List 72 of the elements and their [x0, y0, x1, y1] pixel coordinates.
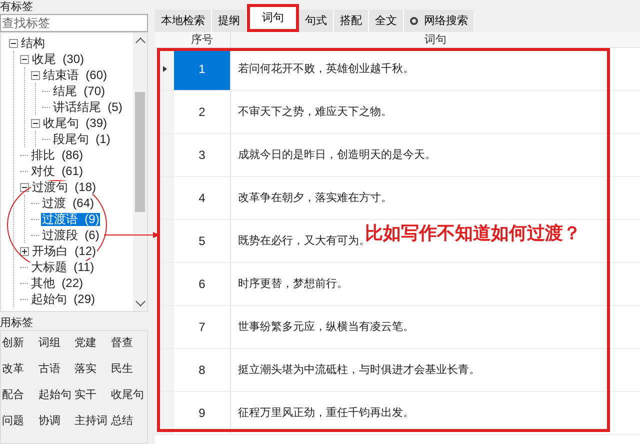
annotation-arrow: [104, 231, 160, 239]
tag-link[interactable]: 实干: [74, 388, 111, 402]
tag-link[interactable]: 主持词: [74, 414, 111, 428]
tag-link[interactable]: 督查: [110, 336, 147, 350]
tree-item[interactable]: 其他 (22): [30, 276, 84, 290]
tab[interactable]: 全文: [369, 10, 404, 32]
tree-item[interactable]: 过渡语 (9): [41, 212, 100, 226]
tag-link[interactable]: 收尾句: [110, 388, 147, 402]
scrollbar[interactable]: [133, 33, 147, 311]
row-number[interactable]: 7: [174, 306, 231, 348]
globe-icon: [410, 17, 418, 25]
tag-link[interactable]: 落实: [74, 362, 111, 376]
tag-link[interactable]: 协调: [38, 414, 74, 428]
tree-item[interactable]: 过渡 (64): [41, 196, 96, 210]
tree-item[interactable]: 讲话结尾 (5): [52, 100, 124, 114]
table-cell-text: 不审天下之势，难应天下之物。: [238, 104, 392, 120]
tree-item[interactable]: 大标题 (11): [30, 260, 96, 274]
table-cell-text: 征程万里风正劲，重任千钧再出发。: [238, 406, 414, 421]
collapse-icon[interactable]: [9, 38, 18, 48]
tag-link[interactable]: 创新: [2, 336, 38, 350]
tab[interactable]: 本地检索: [155, 10, 212, 32]
table-cell-text: 世事纷繁多元应，纵横当有凌云笔。: [238, 320, 414, 335]
tag-link[interactable]: 配合: [2, 388, 38, 402]
table-cell-text: 若问何花开不败，英雄创业越千秋。: [238, 62, 414, 77]
tag-link[interactable]: 总结: [110, 414, 147, 428]
panel-title: 有标签: [0, 0, 34, 14]
tree-item[interactable]: 过渡句 (18): [31, 180, 98, 194]
tag-link[interactable]: 问题: [2, 414, 38, 428]
tag-link[interactable]: 古语: [38, 362, 74, 376]
tab[interactable]: 提纲: [212, 10, 247, 32]
row-number[interactable]: 9: [174, 392, 231, 434]
row-number[interactable]: 6: [174, 263, 231, 305]
tab[interactable]: 搭配: [334, 10, 369, 32]
column-header[interactable]: 序号: [174, 32, 231, 47]
table-cell-text: 改革争在朝夕，落实难在方寸。: [238, 190, 392, 206]
column-header[interactable]: 词句: [231, 32, 640, 47]
scroll-thumb[interactable]: [135, 92, 145, 212]
tree-item[interactable]: 结束语 (60): [42, 68, 108, 82]
row-number[interactable]: 2: [174, 91, 231, 133]
panel-title: 用标签: [0, 317, 34, 330]
tree-item[interactable]: 起始句 (29): [30, 292, 96, 306]
tree-item[interactable]: 开场白 (12): [31, 244, 98, 258]
search-field[interactable]: 查找标签: [0, 14, 148, 32]
table-cell-text: 成就今日的是昨日，创造明天的是今天。: [238, 148, 436, 163]
tag-link[interactable]: 民生: [110, 362, 147, 376]
tag-link[interactable]: 改革: [2, 362, 38, 376]
row-number[interactable]: 3: [174, 134, 231, 176]
tab[interactable]: 词句: [247, 4, 299, 32]
tree-item[interactable]: 段尾句 (1): [52, 132, 112, 146]
tree-item[interactable]: 对仗 (61): [30, 164, 84, 178]
row-number[interactable]: 5: [174, 220, 231, 262]
tree-item[interactable]: 结构: [20, 36, 46, 50]
tag-link[interactable]: 词组: [38, 336, 74, 350]
row-number[interactable]: 1: [174, 48, 231, 90]
tag-link[interactable]: 起始句: [38, 388, 74, 402]
row-number[interactable]: 8: [174, 349, 231, 391]
collapse-icon[interactable]: [31, 118, 40, 128]
table-cell-text: 挺立潮头堪为中流砥柱，与时俱进才会基业长青。: [238, 362, 480, 378]
collapse-icon[interactable]: [20, 182, 29, 192]
tag-link[interactable]: 党建: [74, 336, 111, 350]
row-number[interactable]: 4: [174, 177, 231, 219]
tree-item[interactable]: 排比 (86): [30, 148, 84, 162]
table-cell-text: 时序更替，梦想前行。: [238, 276, 348, 292]
tree-item[interactable]: 结尾 (70): [52, 84, 106, 98]
tree-item[interactable]: 收尾句 (39): [42, 116, 108, 130]
tree-item[interactable]: 过渡段 (6): [41, 228, 100, 242]
tree-item[interactable]: 收尾 (30): [31, 52, 86, 66]
expand-icon[interactable]: [20, 246, 29, 256]
collapse-icon[interactable]: [20, 54, 29, 64]
tab[interactable]: 网络搜索: [404, 10, 475, 32]
tab[interactable]: 句式: [299, 10, 334, 32]
collapse-icon[interactable]: [31, 70, 40, 80]
